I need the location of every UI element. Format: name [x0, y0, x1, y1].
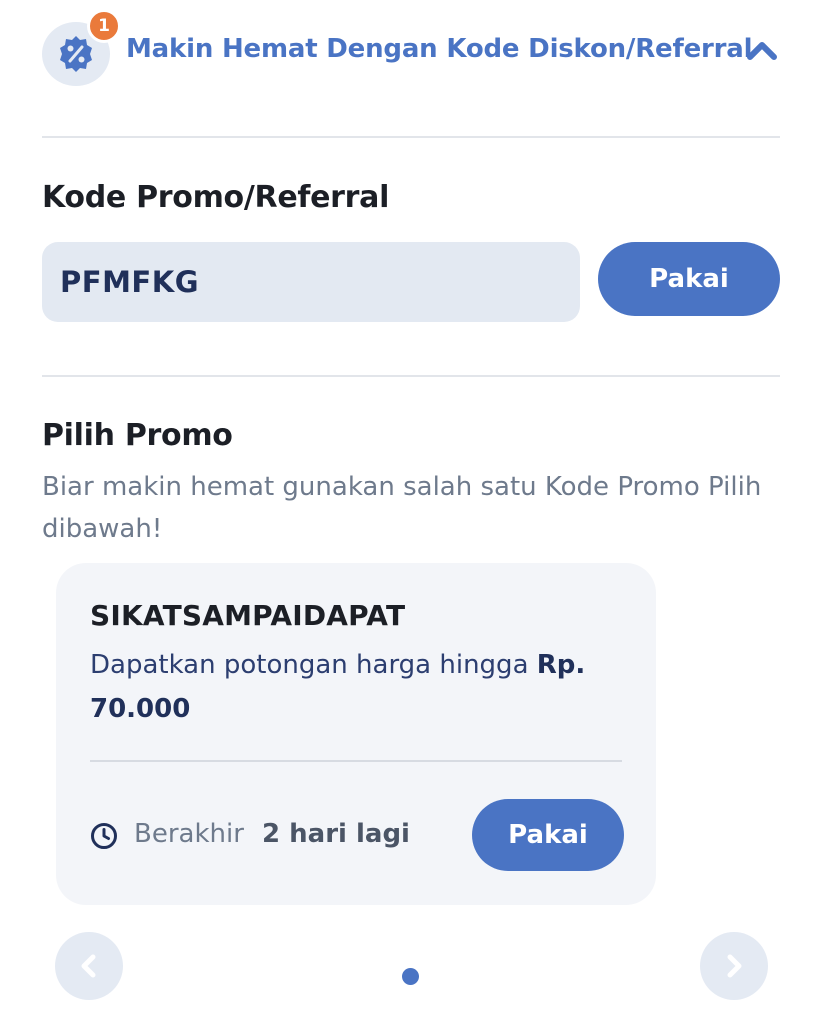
code-section-title: Kode Promo/Referral [42, 180, 390, 215]
promo-section-description: Biar makin hemat gunakan salah satu Kode… [42, 472, 762, 544]
promo-description: Dapatkan potongan harga hingga Rp. 70.00… [90, 643, 630, 731]
apply-code-button[interactable]: Pakai [598, 242, 780, 316]
carousel-next-button[interactable] [700, 932, 768, 1000]
notification-badge: 1 [87, 9, 121, 43]
carousel-prev-button[interactable] [55, 932, 123, 1000]
expire-value: 2 hari lagi [262, 819, 410, 849]
clock-icon [91, 823, 117, 849]
promo-card: SIKATSAMPAIDAPAT Dapatkan potongan harga… [56, 563, 656, 905]
chevron-left-icon [81, 954, 96, 978]
divider [42, 375, 780, 377]
divider [42, 136, 780, 138]
promo-section-title: Pilih Promo [42, 418, 233, 453]
promo-page: 1 Makin Hemat Dengan Kode Diskon/Referra… [0, 0, 822, 1024]
header-title[interactable]: Makin Hemat Dengan Kode Diskon/Referral [126, 34, 753, 64]
chevron-up-icon[interactable] [746, 38, 778, 62]
chevron-right-icon [727, 954, 742, 978]
promo-code-input[interactable] [42, 242, 580, 322]
card-divider [90, 760, 622, 762]
carousel-dot-active[interactable] [402, 968, 419, 985]
apply-promo-button[interactable]: Pakai [472, 799, 624, 871]
expire-label: Berakhir [134, 819, 244, 849]
promo-description-text: Dapatkan potongan harga hingga [90, 650, 537, 680]
promo-code: SIKATSAMPAIDAPAT [90, 599, 406, 632]
